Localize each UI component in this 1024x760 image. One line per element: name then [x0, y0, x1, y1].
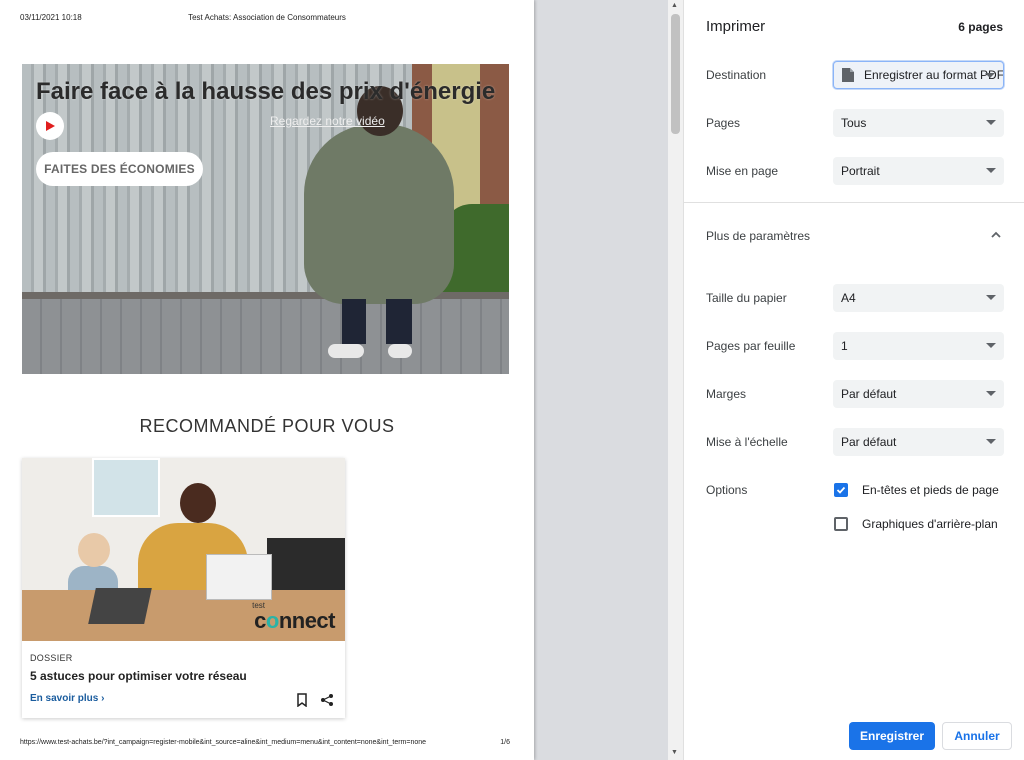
play-icon [46, 121, 55, 131]
recommended-section-title: RECOMMANDÉ POUR VOUS [139, 416, 395, 436]
page-footer-number: 1/6 [500, 739, 510, 746]
read-more-link[interactable]: En savoir plus › [30, 693, 104, 704]
article-category: DOSSIER [30, 653, 73, 663]
headers-footers-checkbox[interactable] [834, 483, 848, 497]
section-divider [684, 202, 1024, 203]
print-settings-panel: Imprimer 6 pages Destination Enregistrer… [683, 0, 1024, 760]
hero-person-coat [304, 124, 454, 304]
scroll-down-arrow-icon[interactable]: ▼ [671, 749, 678, 756]
play-video-button[interactable] [36, 112, 64, 140]
pages-label: Pages [706, 116, 741, 130]
background-graphics-checkbox[interactable] [834, 517, 848, 531]
pages-per-sheet-select[interactable]: 1 [833, 332, 1004, 360]
headers-footers-option[interactable]: En-têtes et pieds de page [834, 483, 999, 497]
margins-label: Marges [706, 387, 747, 401]
preview-page: 03/11/2021 10:18 Test Achats: Associatio… [0, 0, 534, 760]
more-settings-toggle[interactable]: Plus de paramètres [706, 229, 810, 243]
hero-title: Faire face à la hausse des prix d'énergi… [36, 78, 496, 105]
article-title: 5 astuces pour optimiser votre réseau [30, 669, 247, 683]
dropdown-arrow-icon [985, 73, 995, 78]
preview-scrollbar[interactable]: ▲ ▼ [668, 0, 683, 760]
pages-select[interactable]: Tous [833, 109, 1004, 137]
panel-title: Imprimer [706, 18, 766, 35]
scale-label: Mise à l'échelle [706, 435, 788, 449]
destination-select[interactable]: Enregistrer au format PDF [833, 61, 1004, 89]
bookmark-icon[interactable] [295, 693, 309, 707]
save-button[interactable]: Enregistrer [849, 722, 935, 750]
document-icon [842, 68, 854, 82]
destination-label: Destination [706, 68, 767, 82]
pages-per-sheet-label: Pages par feuille [706, 339, 796, 353]
scrollbar-thumb[interactable] [671, 14, 680, 134]
page-footer-url: https://www.test-achats.be/?int_campaign… [20, 739, 427, 746]
article-image: test connect [22, 458, 345, 641]
dropdown-arrow-icon [986, 439, 996, 444]
checkmark-icon [836, 486, 846, 494]
dropdown-arrow-icon [986, 120, 996, 125]
dropdown-arrow-icon [986, 295, 996, 300]
page-header-title: Test Achats: Association de Consommateur… [188, 13, 346, 22]
paper-size-label: Taille du papier [706, 291, 787, 305]
dropdown-arrow-icon [986, 343, 996, 348]
chevron-up-icon[interactable] [991, 230, 1001, 238]
scroll-up-arrow-icon[interactable]: ▲ [671, 2, 678, 9]
test-connect-logo: test connect [252, 601, 335, 633]
cancel-button[interactable]: Annuler [942, 722, 1012, 750]
margins-select[interactable]: Par défaut [833, 380, 1004, 408]
dropdown-arrow-icon [986, 168, 996, 173]
page-count: 6 pages [958, 20, 1003, 34]
article-card[interactable]: test connect DOSSIER 5 astuces pour opti… [22, 458, 345, 718]
layout-label: Mise en page [706, 164, 779, 178]
dropdown-arrow-icon [986, 391, 996, 396]
watch-video-link[interactable]: Regardez notre vidéo [270, 114, 385, 128]
share-icon[interactable] [320, 693, 334, 707]
options-label: Options [706, 483, 748, 497]
hero-banner: Faire face à la hausse des prix d'énergi… [22, 64, 509, 374]
background-graphics-option[interactable]: Graphiques d'arrière-plan [834, 517, 998, 531]
paper-size-select[interactable]: A4 [833, 284, 1004, 312]
layout-select[interactable]: Portrait [833, 157, 1004, 185]
print-preview-area: 03/11/2021 10:18 Test Achats: Associatio… [0, 0, 668, 760]
scale-select[interactable]: Par défaut [833, 428, 1004, 456]
save-money-cta-button[interactable]: FAITES DES ÉCONOMIES [36, 152, 203, 186]
